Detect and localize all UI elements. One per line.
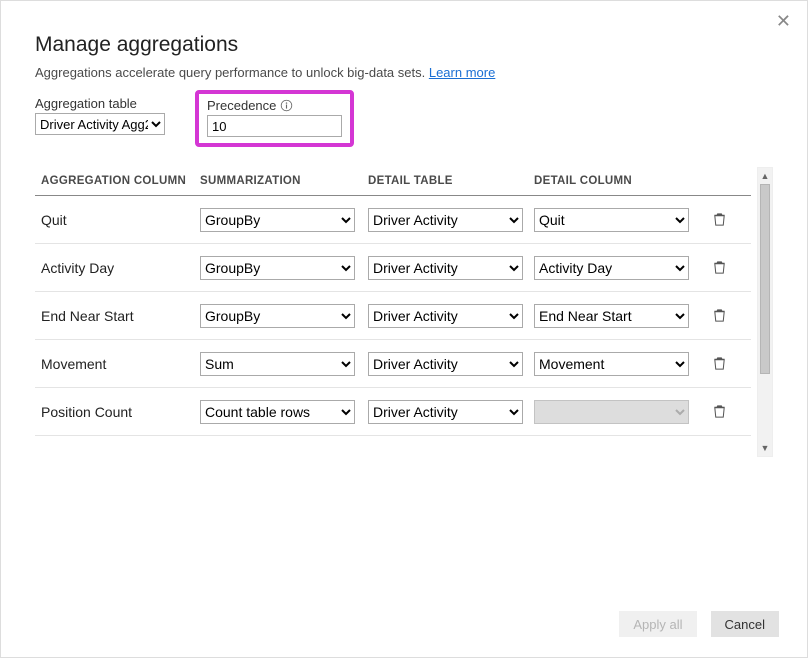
- aggregation-table-field: Aggregation table Driver Activity Agg2: [35, 96, 165, 135]
- header-detail-table: DETAIL TABLE: [368, 175, 534, 187]
- table-row: Position CountCount table rows Driver Act…: [35, 388, 751, 436]
- close-icon[interactable]: ✕: [776, 11, 791, 32]
- trash-icon[interactable]: [712, 260, 727, 275]
- dialog-title: Manage aggregations: [35, 33, 773, 57]
- summarization-select[interactable]: GroupBy: [200, 256, 355, 280]
- trash-icon[interactable]: [712, 212, 727, 227]
- trash-icon[interactable]: [712, 404, 727, 419]
- fields-row: Aggregation table Driver Activity Agg2 P…: [35, 96, 773, 147]
- detail-table-select[interactable]: Driver Activity: [368, 256, 523, 280]
- table-row: End Near StartGroupByDriver ActivityEnd …: [35, 292, 751, 340]
- detail-table-select[interactable]: Driver Activity: [368, 208, 523, 232]
- aggregation-table-select[interactable]: Driver Activity Agg2: [35, 113, 165, 135]
- summarization-select[interactable]: Count table rows: [200, 400, 355, 424]
- table-row: QuitGroupByDriver ActivityQuit: [35, 196, 751, 244]
- summarization-select[interactable]: GroupBy: [200, 304, 355, 328]
- scroll-thumb[interactable]: [760, 184, 770, 374]
- detail-column-select[interactable]: Activity Day: [534, 256, 689, 280]
- scroll-up-arrow[interactable]: ▲: [758, 168, 772, 184]
- scroll-down-arrow[interactable]: ▼: [758, 440, 772, 456]
- table-headers: AGGREGATION COLUMN SUMMARIZATION DETAIL …: [35, 167, 751, 196]
- detail-table-select[interactable]: Driver Activity: [368, 304, 523, 328]
- aggregation-column-name: Position Count: [35, 404, 200, 420]
- dialog-footer: Apply all Cancel: [619, 611, 779, 637]
- aggregation-column-name: End Near Start: [35, 308, 200, 324]
- header-summarization: SUMMARIZATION: [200, 175, 368, 187]
- aggregation-table-label: Aggregation table: [35, 96, 165, 111]
- precedence-label: Precedence: [207, 98, 342, 113]
- aggregation-column-name: Activity Day: [35, 260, 200, 276]
- subtitle-text: Aggregations accelerate query performanc…: [35, 65, 429, 80]
- scrollbar[interactable]: ▲ ▼: [757, 167, 773, 457]
- summarization-select[interactable]: GroupBy: [200, 208, 355, 232]
- cancel-button[interactable]: Cancel: [711, 611, 779, 637]
- header-aggregation-column: AGGREGATION COLUMN: [35, 175, 200, 187]
- apply-all-button[interactable]: Apply all: [619, 611, 696, 637]
- aggregation-table: AGGREGATION COLUMN SUMMARIZATION DETAIL …: [35, 167, 751, 457]
- dialog-subtitle: Aggregations accelerate query performanc…: [35, 65, 773, 80]
- detail-column-select[interactable]: Quit: [534, 208, 689, 232]
- detail-table-select[interactable]: Driver Activity: [368, 352, 523, 376]
- aggregation-column-name: Movement: [35, 356, 200, 372]
- detail-column-select[interactable]: Movement: [534, 352, 689, 376]
- header-detail-column: DETAIL COLUMN: [534, 175, 704, 187]
- detail-column-select: [534, 400, 689, 424]
- precedence-highlight: Precedence: [195, 90, 354, 147]
- learn-more-link[interactable]: Learn more: [429, 65, 495, 80]
- table-row: MovementSumDriver ActivityMovement: [35, 340, 751, 388]
- summarization-select[interactable]: Sum: [200, 352, 355, 376]
- detail-column-select[interactable]: End Near Start: [534, 304, 689, 328]
- detail-table-select[interactable]: Driver Activity: [368, 400, 523, 424]
- table-row: Activity DayGroupByDriver ActivityActivi…: [35, 244, 751, 292]
- trash-icon[interactable]: [712, 356, 727, 371]
- dialog-body: Manage aggregations Aggregations acceler…: [1, 1, 807, 457]
- precedence-input[interactable]: [207, 115, 342, 137]
- precedence-label-text: Precedence: [207, 98, 276, 113]
- aggregation-column-name: Quit: [35, 212, 200, 228]
- trash-icon[interactable]: [712, 308, 727, 323]
- info-icon[interactable]: [280, 99, 293, 112]
